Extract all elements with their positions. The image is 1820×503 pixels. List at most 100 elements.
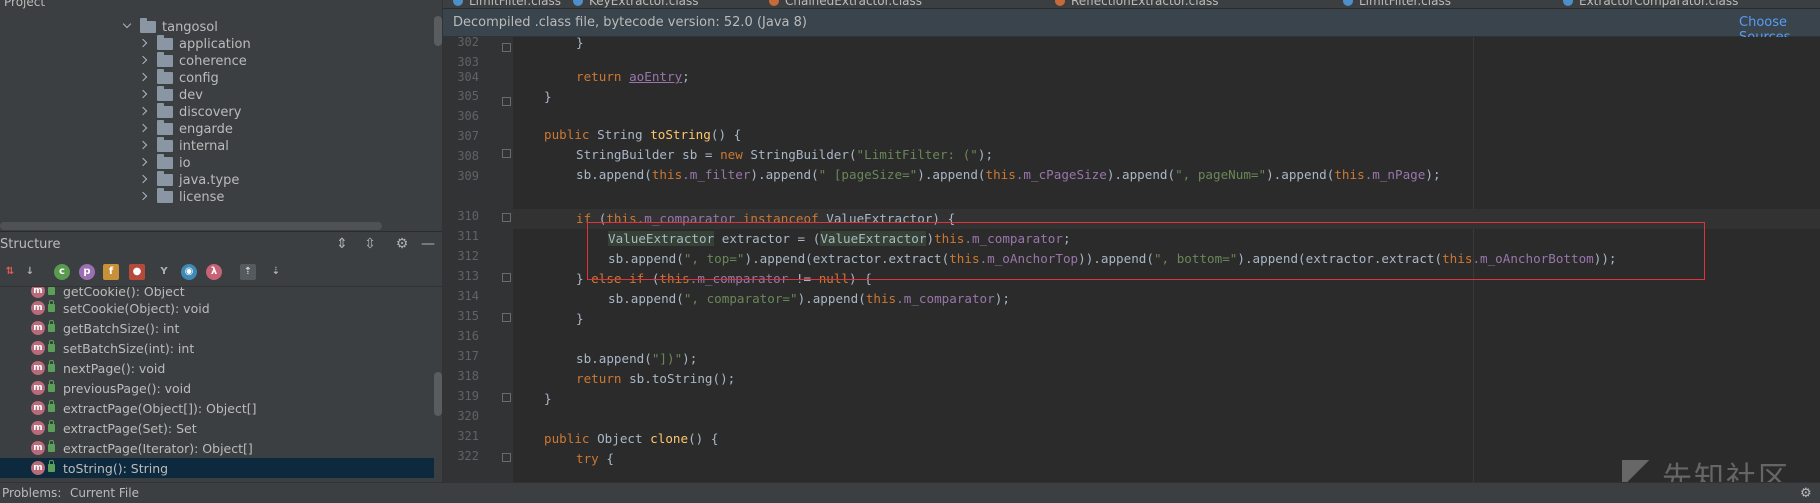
class-file-icon [453, 0, 463, 6]
folder-icon [157, 52, 173, 67]
structure-member[interactable]: m extractPage(Object[]): Object[] [0, 398, 434, 418]
collapse-all-icon[interactable]: ⇳ [362, 236, 378, 252]
member-label: nextPage(): void [63, 360, 166, 376]
line-number: 313 [457, 269, 479, 283]
problems-label[interactable]: Problems: [2, 486, 61, 500]
structure-member-selected[interactable]: m toString(): String [0, 458, 434, 478]
sort-visibility-icon[interactable]: ⇅ [2, 264, 18, 280]
line-number: 316 [457, 329, 479, 343]
fold-marker-icon[interactable] [502, 97, 511, 106]
show-nonpublic-icon[interactable]: ● [129, 264, 145, 280]
chevron-right-icon[interactable] [139, 158, 149, 168]
tab-reflectionextractor[interactable]: ReflectionExtractor.class [1055, 0, 1218, 8]
structure-member[interactable]: m extractPage(Set): Set [0, 418, 434, 438]
code-token: .m_cPageSize [1015, 167, 1107, 182]
show-inherited-icon[interactable]: c [54, 264, 70, 280]
project-vertical-scrollbar[interactable] [434, 16, 442, 46]
folder-icon [157, 120, 173, 135]
code-token: ).append( [1266, 167, 1335, 182]
tab-keyextractor[interactable]: KeyExtractor.class [573, 0, 699, 8]
structure-header: Structure ⇕ ⇳ ⚙ — [0, 231, 442, 259]
code-token: aoEntry [629, 69, 683, 84]
tree-node-label: discovery [179, 104, 242, 120]
structure-member[interactable]: m setBatchSize(int): int [0, 338, 434, 358]
chevron-right-icon[interactable] [139, 175, 149, 185]
class-file-icon [769, 0, 779, 6]
tree-node[interactable]: license [139, 187, 224, 207]
show-properties-icon[interactable]: p [79, 264, 95, 280]
code-token: ", comparator=" [683, 291, 798, 306]
structure-member[interactable]: m getBatchSize(): int [0, 318, 434, 338]
chevron-right-icon[interactable] [139, 73, 149, 83]
show-hierarchy-icon[interactable]: Y [156, 264, 172, 280]
structure-member[interactable]: m setCookie(Object): void [0, 298, 434, 318]
autoscroll-to-source-icon[interactable]: ⇡ [240, 264, 256, 280]
minimize-icon[interactable]: — [420, 236, 436, 252]
fold-marker-icon[interactable] [502, 213, 511, 222]
project-horizontal-scrollbar[interactable] [0, 222, 382, 230]
tab-extractorcomparator[interactable]: ExtractorComparator.class [1563, 0, 1738, 8]
code-token: this [651, 167, 683, 182]
tree-node-label: java.type [179, 172, 240, 188]
show-anonymous-icon[interactable]: ◉ [181, 264, 197, 280]
code-token: return [576, 69, 622, 84]
line-number: 315 [457, 309, 479, 323]
code-line-302: } [576, 37, 584, 53]
fold-marker-icon[interactable] [502, 393, 511, 402]
code-token: "])" [651, 351, 683, 366]
chevron-right-icon[interactable] [139, 56, 149, 66]
code-token: .m_nPage [1364, 167, 1426, 182]
gear-icon[interactable]: ⚙ [1800, 486, 1812, 501]
editor-tab-strip: LimitFilter.class KeyExtractor.class Cha… [443, 0, 1820, 8]
fold-marker-icon[interactable] [502, 273, 511, 282]
chevron-right-icon[interactable] [139, 192, 149, 202]
fold-marker-icon[interactable] [502, 43, 511, 52]
tab-label: ChainedExtractor.class [785, 0, 923, 8]
code-token: sb.append( [576, 167, 652, 182]
tab-limitfilter-2[interactable]: LimitFilter.class [1343, 0, 1451, 8]
line-number: 307 [457, 129, 479, 143]
structure-member[interactable]: m nextPage(): void [0, 358, 434, 378]
structure-member[interactable]: m previousPage(): void [0, 378, 434, 398]
tree-node-label: coherence [179, 53, 247, 69]
gear-icon[interactable]: ⚙ [394, 236, 410, 252]
public-icon [48, 287, 55, 295]
code-token: ).append( [750, 167, 819, 182]
tab-label: ReflectionExtractor.class [1071, 0, 1219, 8]
public-icon [48, 380, 55, 392]
tab-chainedextractor[interactable]: ChainedExtractor.class [769, 0, 922, 8]
public-icon [48, 440, 55, 452]
structure-vertical-scrollbar[interactable] [434, 372, 442, 416]
bottom-status-bar: Problems: Current File ⚙ [0, 482, 1820, 503]
code-token: String [597, 127, 643, 142]
project-header-label: Project [4, 0, 46, 9]
fold-marker-icon[interactable] [502, 453, 511, 462]
line-number: 318 [457, 369, 479, 383]
member-label: toString(): String [63, 460, 169, 476]
show-fields-icon[interactable]: f [103, 264, 119, 280]
fold-marker-icon[interactable] [502, 149, 511, 158]
code-token: ).append( [797, 291, 866, 306]
chevron-right-icon[interactable] [139, 107, 149, 117]
tab-label: LimitFilter.class [1359, 0, 1451, 8]
chevron-right-icon[interactable] [139, 39, 149, 49]
structure-member[interactable]: m extractPage(Iterator): Object[] [0, 438, 434, 458]
chevron-down-icon[interactable] [122, 22, 132, 32]
fold-marker-icon[interactable] [502, 313, 511, 322]
chevron-right-icon[interactable] [139, 90, 149, 100]
code-token: ); [977, 147, 994, 162]
code-token: .m_comparator [896, 291, 995, 306]
sort-alpha-icon[interactable]: ↓ [22, 264, 38, 280]
autoscroll-from-source-icon[interactable]: ⇣ [268, 264, 284, 280]
member-label: previousPage(): void [63, 380, 192, 396]
chevron-right-icon[interactable] [139, 141, 149, 151]
expand-all-icon[interactable]: ⇕ [334, 236, 350, 252]
show-lambdas-icon[interactable]: λ [206, 264, 222, 280]
chevron-right-icon[interactable] [139, 124, 149, 134]
current-file-tab[interactable]: Current File [70, 486, 139, 500]
tab-limitfilter[interactable]: LimitFilter.class [453, 0, 561, 8]
folder-icon [157, 69, 173, 84]
line-number: 304 [457, 70, 479, 84]
tree-node-label: io [179, 155, 191, 171]
method-icon: m [31, 287, 45, 298]
